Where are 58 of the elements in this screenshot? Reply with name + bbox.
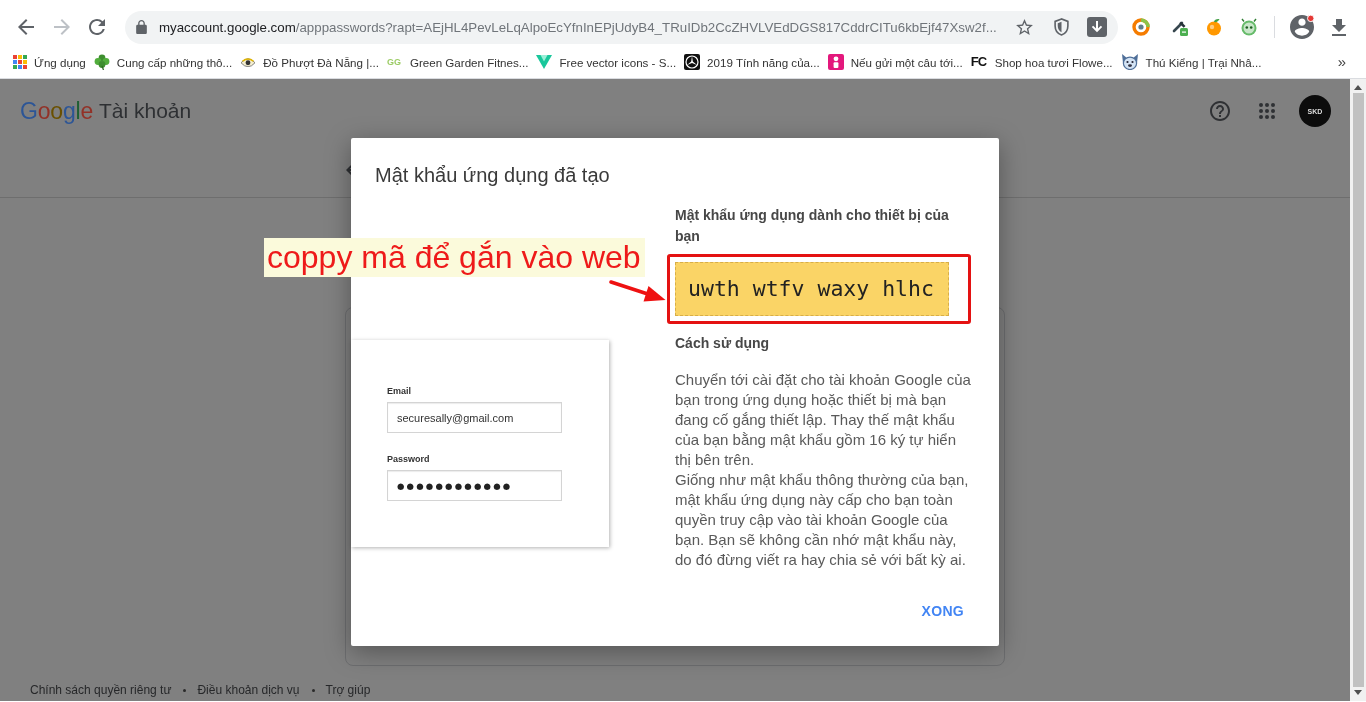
section-heading: Cách sử dụng <box>675 334 771 353</box>
address-bar[interactable]: myaccount.google.com/apppasswords?rapt=AEjHL4PevLeLqAlpoEcYfnInEPjUdyB4_TRuIDb2CcZHVLVEdDGS817CddrCITu6kbEjf47Xsw2f... <box>125 10 1118 44</box>
dialog-title: Mật khẩu ứng dụng đã tạo <box>375 163 610 187</box>
more-bookmarks-button[interactable]: » <box>1335 53 1348 71</box>
bookmark-link[interactable]: Cung cấp những thô... <box>93 52 233 72</box>
apps-grid-icon <box>13 55 27 69</box>
bookmark-link[interactable]: Free vector icons - S... <box>536 52 677 72</box>
reload-icon <box>89 19 105 35</box>
bookmark-link[interactable]: GG Green Garden Fitnes... <box>386 52 529 72</box>
favicon-logo: FC <box>970 54 988 70</box>
ring-icon[interactable] <box>1132 18 1150 36</box>
done-button[interactable]: XONG <box>909 593 976 629</box>
animal-face-icon <box>1120 54 1139 70</box>
bookmark-link[interactable]: FC Shop hoa tươi Flowe... <box>970 52 1113 72</box>
bookmark-link[interactable]: Nếu gửi một câu tới... <box>827 52 963 72</box>
separator-dot-icon <box>311 688 315 692</box>
email-field: securesally@gmail.com <box>387 402 562 433</box>
separator-dot-icon <box>183 688 187 692</box>
pointer-arrow <box>608 279 666 303</box>
lock-icon <box>136 20 147 34</box>
scroll-down-icon[interactable] <box>1354 690 1362 695</box>
product-name: Tài khoản <box>99 98 192 124</box>
bookmark-link[interactable]: Đồ Phượt Đà Nẵng |... <box>240 52 379 72</box>
back-arrow-icon <box>18 19 34 35</box>
chevron-logo-icon <box>536 55 553 69</box>
instructions-text: Chuyển tới cài đặt cho tài khoản Google của bạn trong ứng dụng hoặc thiết bị mà bạn đang cố gắng thiết lập. Thay thế mật khẩu của bạn bằng mật khẩu gồm 16 ký tự hiển thị bên trên. <box>675 370 972 470</box>
download-icon[interactable] <box>1332 18 1346 36</box>
download-page-icon[interactable] <box>1087 17 1107 37</box>
star-emblem-icon <box>684 54 701 70</box>
fruit-icon[interactable] <box>1205 18 1223 36</box>
field-label: Password <box>387 454 430 465</box>
app-password-code: uwth wtfv waxy hlhc <box>675 262 949 316</box>
password-field: ●●●●●●●●●●●● <box>387 470 562 501</box>
scroll-up-icon[interactable] <box>1354 85 1362 90</box>
clover-icon <box>93 54 110 70</box>
back-button[interactable] <box>18 19 34 35</box>
scrollbar-thumb[interactable] <box>1352 93 1364 687</box>
help-icon[interactable] <box>1210 101 1230 121</box>
footer-link[interactable]: Trợ giúp <box>325 683 371 697</box>
reload-button[interactable] <box>89 19 105 35</box>
field-label: Email <box>387 386 411 397</box>
favicon-logo: GG <box>386 56 402 69</box>
robot-icon[interactable] <box>1240 18 1258 36</box>
bookmark-link[interactable]: Ứng dụng <box>13 52 86 72</box>
shield-icon[interactable] <box>1054 18 1069 36</box>
bookmark-link[interactable]: 2019 Tính năng của... <box>684 52 820 72</box>
person-tile-icon <box>827 54 844 70</box>
instructions-text: Giống như mật khẩu thông thường của bạn, mật khẩu ứng dụng này cấp cho bạn toàn quyền truy cập vào tài khoản Google của bạn. Bạn sẽ không cần nhớ mật khẩu này, do đó đừng viết ra hay chia sẻ với bất kỳ ai. <box>675 470 970 570</box>
apps-grid-icon[interactable] <box>1259 103 1275 119</box>
forward-arrow-icon <box>54 19 70 35</box>
section-heading: Mật khẩu ứng dụng dành cho thiết bị của bạn <box>675 206 950 246</box>
star-icon[interactable] <box>1016 19 1033 35</box>
callout-label: coppy mã để gắn vào web <box>264 238 645 277</box>
profile-icon[interactable] <box>1290 15 1314 39</box>
footer-link[interactable]: Chính sách quyền riêng tư <box>30 683 172 697</box>
footer-link[interactable]: Điều khoản dịch vụ <box>197 683 300 697</box>
eye-icon <box>240 57 257 67</box>
bookmark-link[interactable]: Thú Kiểng | Trại Nhâ... <box>1120 52 1262 72</box>
